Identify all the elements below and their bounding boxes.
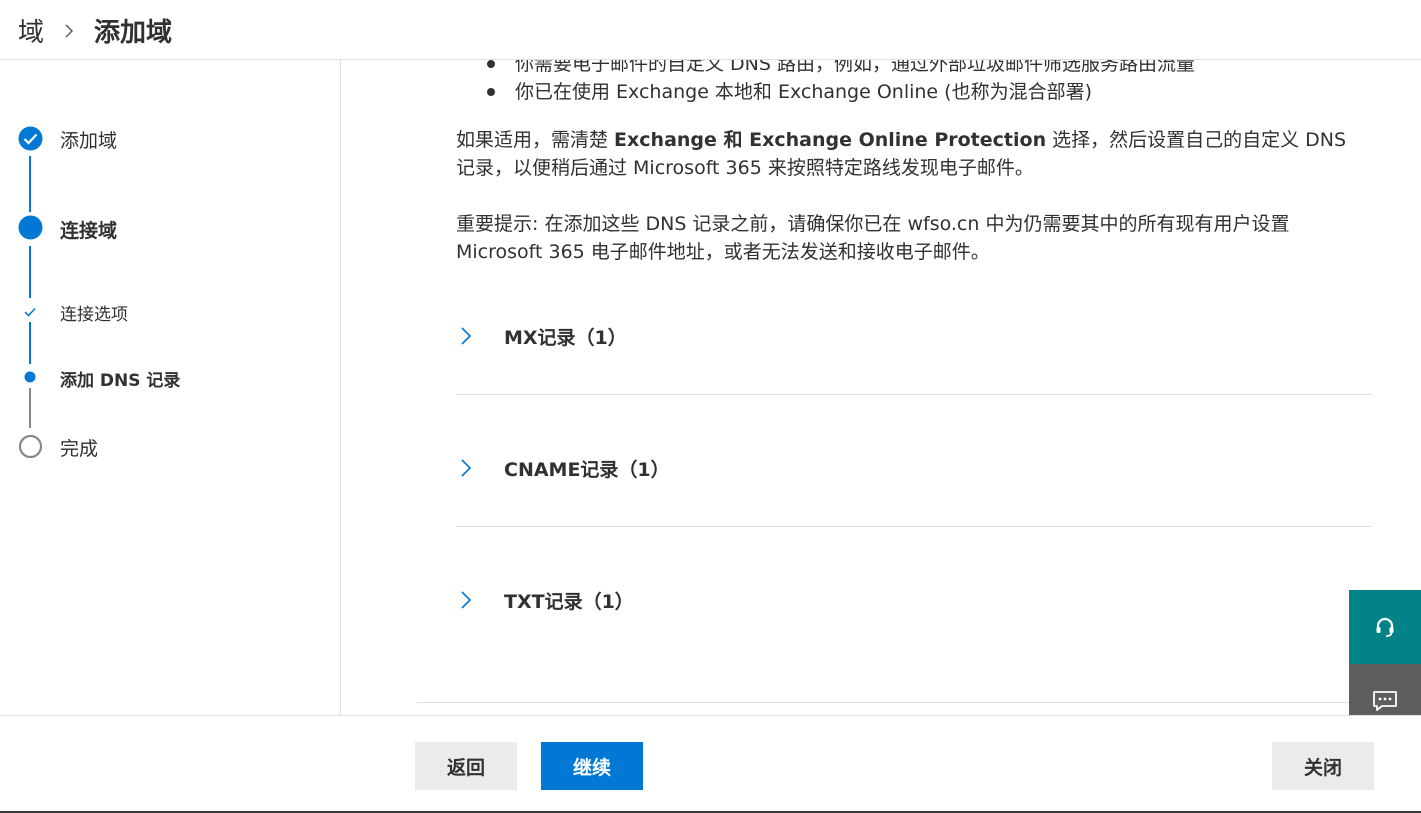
- list-item: 你已在使用 Exchange 本地和 Exchange Online (也称为混…: [487, 78, 1195, 106]
- page-title: 添加域: [94, 18, 173, 48]
- conditions-list: 你需要电子邮件的自定义 DNS 路由，例如，通过外部垃圾邮件筛选服务路由流量 你…: [487, 60, 1195, 106]
- current-step-icon: [18, 215, 43, 240]
- list-item: 你需要电子邮件的自定义 DNS 路由，例如，通过外部垃圾邮件筛选服务路由流量: [487, 60, 1195, 78]
- chevron-right-icon[interactable]: [460, 459, 472, 477]
- step-connector: [29, 322, 31, 364]
- continue-button[interactable]: 继续: [541, 742, 643, 790]
- divider: [417, 702, 1417, 703]
- instruction-paragraph: 如果适用，需清楚 Exchange 和 Exchange Online Prot…: [456, 129, 1347, 179]
- close-button[interactable]: 关闭: [1272, 742, 1374, 790]
- checkmark-circle-icon: [18, 126, 43, 151]
- wizard-steps: 添加域 连接域 连接选项 添加 DNS 记录 完成: [0, 60, 341, 715]
- step-connector: [29, 246, 31, 298]
- pending-step-icon: [18, 434, 43, 459]
- breadcrumb-parent[interactable]: 域: [18, 12, 44, 49]
- current-substep-icon: [24, 371, 36, 383]
- chevron-right-icon: [65, 23, 74, 38]
- important-note: 重要提示: 在添加这些 DNS 记录之前，请确保你已在 wfso.cn 中为仍需…: [456, 213, 1290, 263]
- headset-icon: [1376, 617, 1394, 637]
- accordion-title[interactable]: MX记录（1）: [504, 323, 627, 350]
- footer: 返回 继续 关闭: [0, 715, 1421, 813]
- emphasis-text: Exchange 和 Exchange Online Protection: [614, 129, 1047, 151]
- step-connector: [29, 156, 31, 212]
- accordion-title[interactable]: TXT记录（1）: [504, 587, 634, 614]
- step-label: 连接选项: [60, 305, 128, 325]
- small-check-icon: [24, 307, 36, 317]
- chat-icon: [1373, 691, 1397, 711]
- chevron-right-icon[interactable]: [460, 327, 472, 345]
- support-button[interactable]: [1349, 590, 1421, 664]
- step-connector: [29, 388, 31, 428]
- main-content: 你需要电子邮件的自定义 DNS 路由，例如，通过外部垃圾邮件筛选服务路由流量 你…: [341, 60, 1421, 715]
- breadcrumb: 域 添加域: [18, 12, 172, 49]
- accordion-txt-records[interactable]: TXT记录（1）: [456, 527, 1372, 659]
- accordion-title[interactable]: CNAME记录（1）: [504, 455, 670, 482]
- chevron-right-icon[interactable]: [460, 591, 472, 609]
- step-label: 完成: [60, 438, 99, 460]
- step-label: 添加域: [60, 130, 118, 152]
- step-label: 连接域: [60, 220, 118, 242]
- accordion-cname-records[interactable]: CNAME记录（1）: [456, 395, 1372, 527]
- accordion-mx-records[interactable]: MX记录（1）: [456, 263, 1372, 395]
- header: 域 添加域: [0, 0, 1421, 60]
- back-button[interactable]: 返回: [415, 742, 517, 790]
- step-label: 添加 DNS 记录: [60, 371, 181, 391]
